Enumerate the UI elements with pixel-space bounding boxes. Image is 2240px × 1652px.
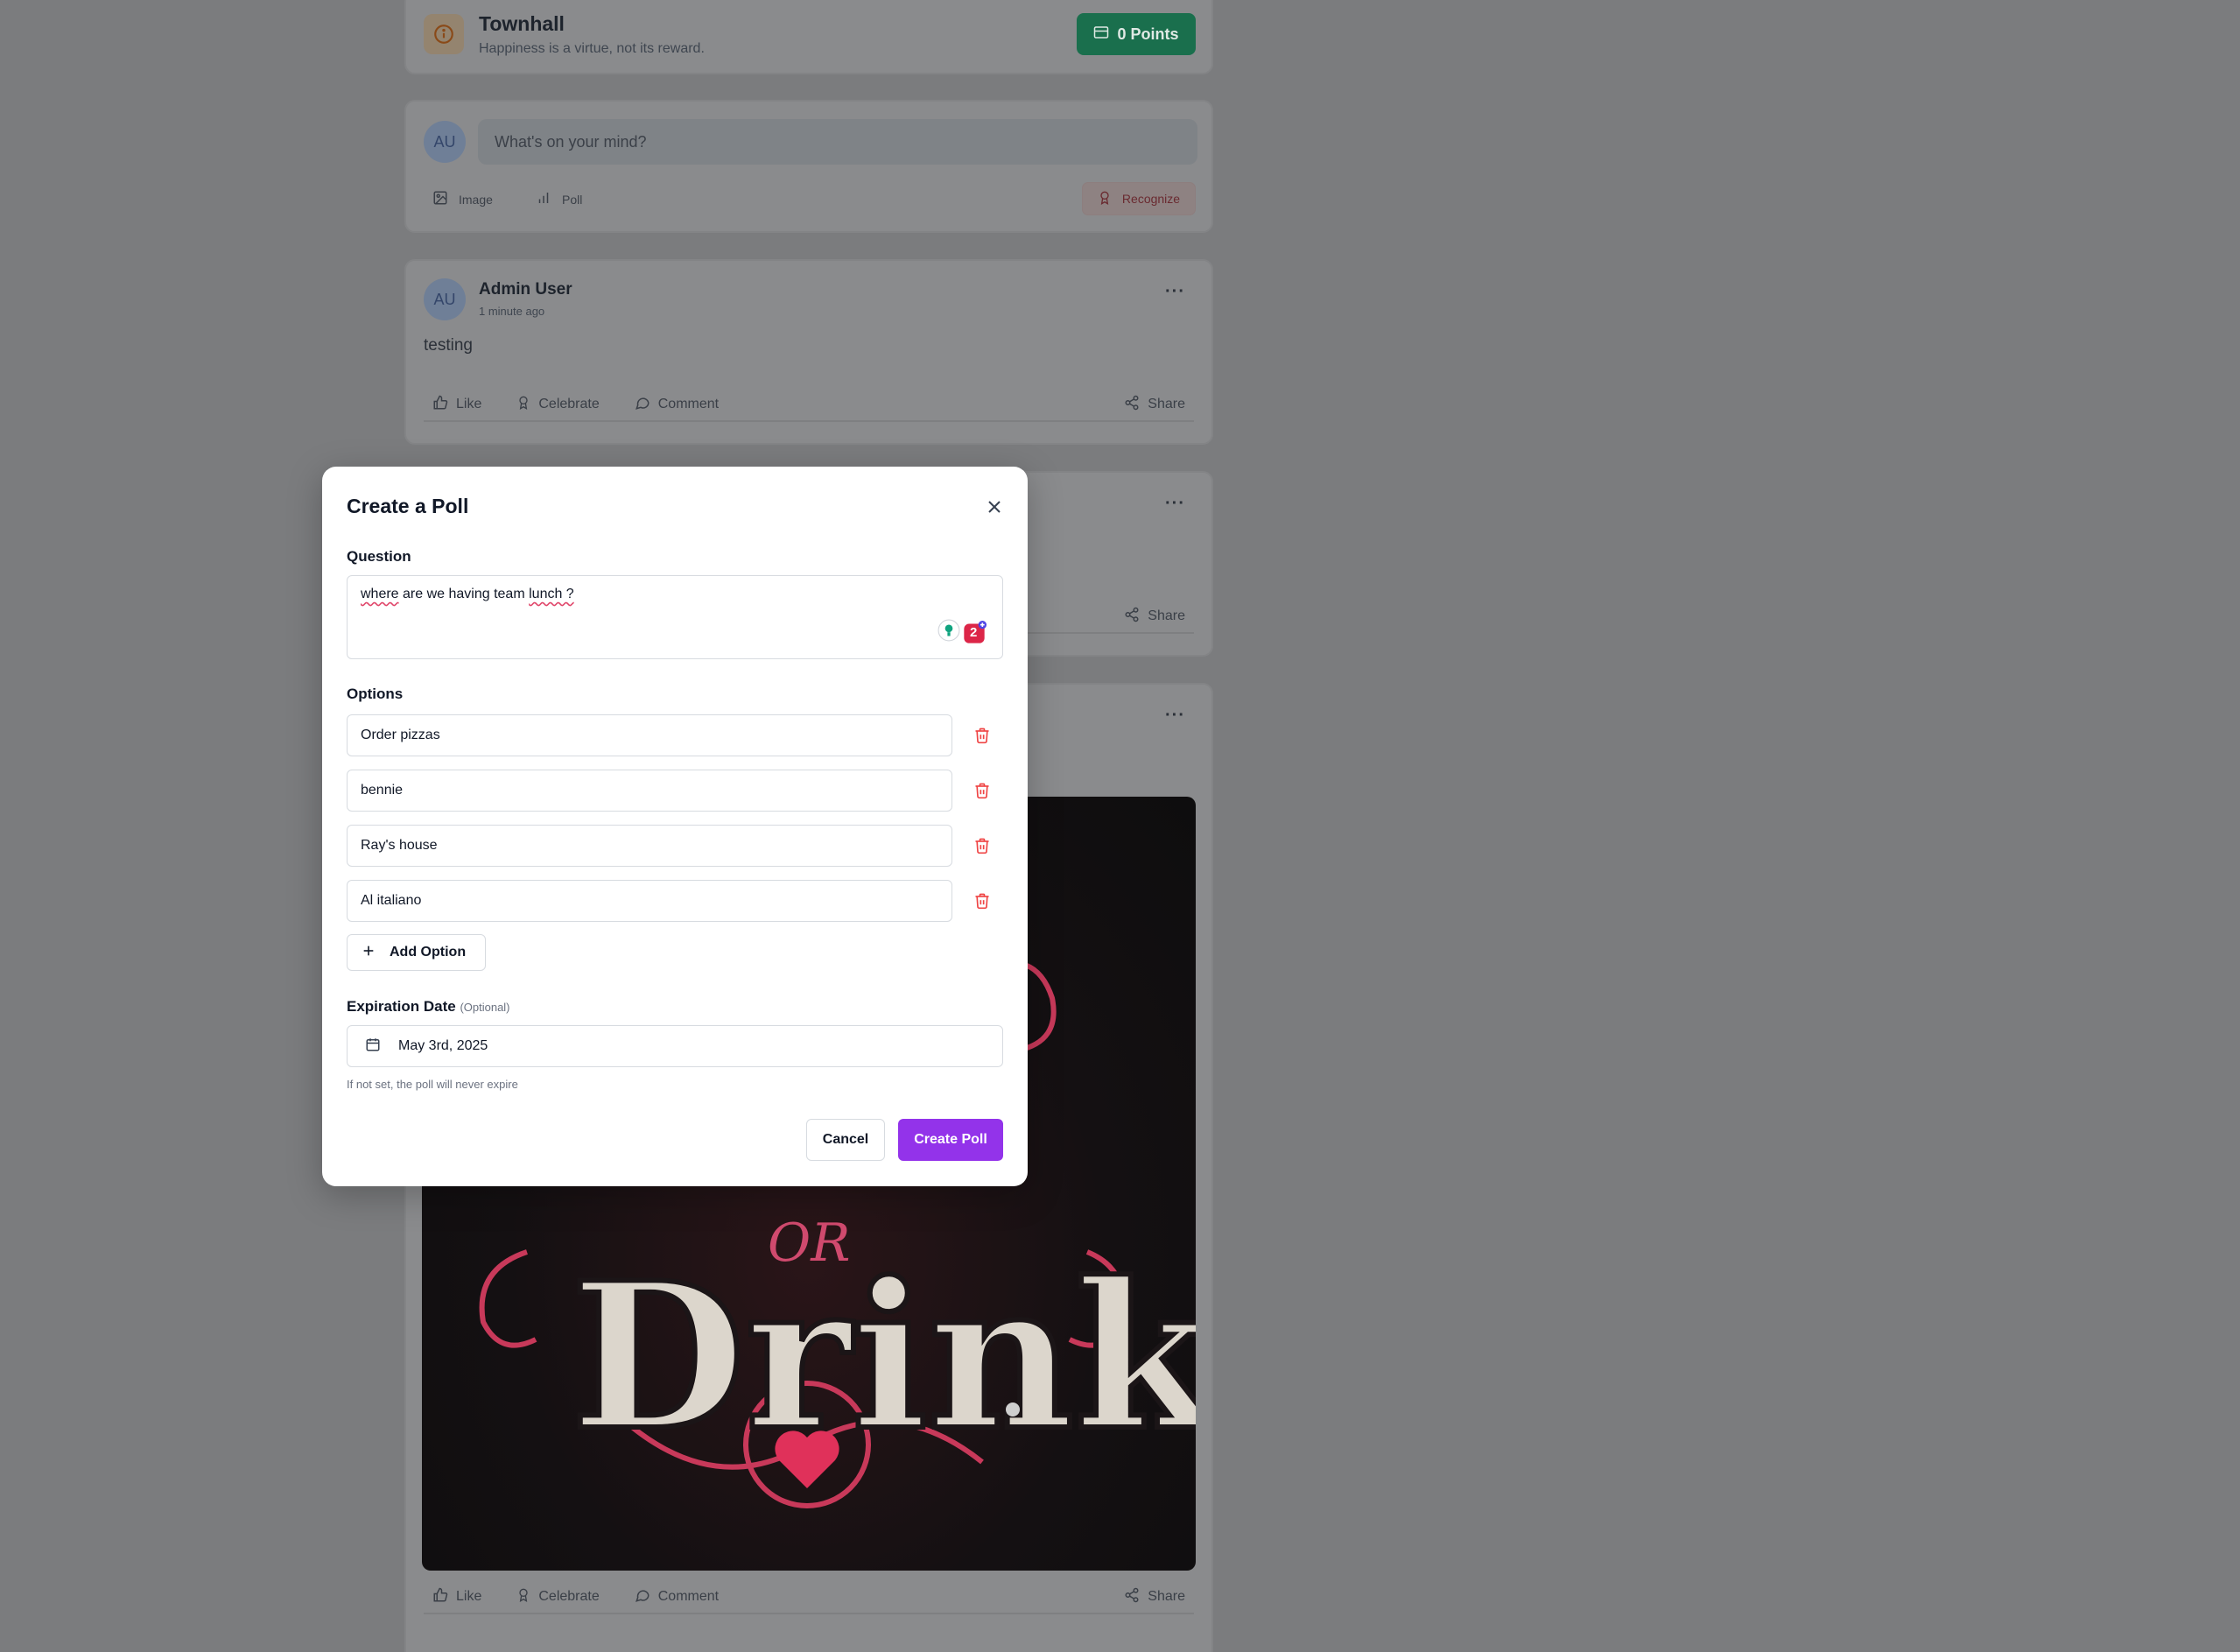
celebrate-button[interactable]: Celebrate [516,395,600,415]
question-textarea[interactable]: where are we having team lunch ? 2 [347,575,1003,659]
poll-label: Poll [562,192,583,207]
create-poll-dialog: Create a Poll Question where are we havi… [322,467,1028,1186]
award-icon [1098,190,1112,208]
share-icon [1124,607,1140,627]
add-option-button[interactable]: Add Option [347,934,486,971]
points-button[interactable]: 0 Points [1077,13,1196,55]
option-row: Order pizzas [347,714,1003,756]
option-input[interactable]: Ray's house [347,825,952,867]
post-input[interactable]: What's on your mind? [478,119,1197,165]
thumbs-up-icon [432,395,448,415]
recognize-button[interactable]: Recognize [1082,182,1196,215]
composer-card: AU What's on your mind? Image Poll Recog… [404,100,1213,233]
wallet-icon [1093,25,1109,44]
options-label: Options [347,685,404,702]
grammar-badge-count: 2 [970,624,978,640]
lightbulb-icon [937,619,960,646]
share-label: Share [1148,1589,1185,1604]
trash-icon[interactable] [973,727,991,744]
share-icon [1124,395,1140,415]
post-timestamp: 1 minute ago [479,305,545,318]
like-button[interactable]: Like [432,1587,481,1607]
dialog-title: Create a Poll [347,495,469,517]
close-icon[interactable] [984,496,1005,517]
comment-icon [635,1587,650,1607]
award-icon [516,395,530,415]
plus-icon [362,944,376,962]
expiration-label: Expiration Date (Optional) [347,998,510,1016]
question-text-word: lunch ? [529,587,574,601]
writing-assistant-badges[interactable]: 2 [937,619,987,646]
cancel-button[interactable]: Cancel [806,1119,885,1161]
calendar-icon [365,1037,381,1057]
image-icon [432,190,448,208]
question-text-word: where [361,587,399,601]
grammar-check-icon: 2 [962,620,987,645]
townhall-header-card: Townhall Happiness is a virtue, not its … [404,0,1213,74]
expiration-hint: If not set, the poll will never expire [347,1078,518,1091]
share-button[interactable]: Share [1124,395,1185,415]
more-options-icon[interactable]: ··· [1165,282,1185,302]
share-button[interactable]: Share [1124,1587,1185,1607]
optional-tag: (Optional) [460,1001,510,1014]
option-row: Ray's house [347,825,1003,867]
page-subtitle: Happiness is a virtue, not its reward. [479,41,705,56]
add-option-label: Add Option [390,945,467,960]
comment-label: Comment [657,1589,720,1604]
post-card: AU Admin User 1 minute ago ··· testing L… [404,259,1213,445]
comment-icon [635,395,650,415]
expiration-date-value: May 3rd, 2025 [398,1038,488,1053]
question-text-middle: are we having team [398,587,530,601]
option-input[interactable]: Al italiano [347,880,952,922]
more-options-icon[interactable]: ··· [1165,494,1185,514]
celebrate-button[interactable]: Celebrate [516,1587,600,1607]
more-options-icon[interactable]: ··· [1165,706,1185,726]
trash-icon[interactable] [973,892,991,910]
trash-icon[interactable] [973,837,991,854]
comment-button[interactable]: Comment [635,395,719,415]
comment-label: Comment [657,397,720,411]
question-label: Question [347,548,411,565]
option-input[interactable]: bennie [347,770,952,812]
create-poll-button[interactable]: Create Poll [898,1119,1003,1161]
expiration-date-picker[interactable]: May 3rd, 2025 [347,1025,1003,1067]
heart-icon [775,1431,839,1488]
avatar: AU [424,278,466,320]
post-actions: Like Celebrate Comment Share [424,1581,1194,1614]
celebrate-label: Celebrate [538,397,600,411]
share-label: Share [1148,397,1185,411]
post-body: testing [424,336,473,355]
like-button[interactable]: Like [432,395,481,415]
thumbs-up-icon [432,1587,448,1607]
post-author: Admin User [479,280,572,299]
avatar: AU [424,121,466,163]
points-label: 0 Points [1117,25,1179,43]
like-label: Like [456,397,482,411]
post-actions: Like Celebrate Comment Share [424,389,1194,422]
expiration-label-text: Expiration Date [347,998,456,1015]
option-row: bennie [347,770,1003,812]
comment-button[interactable]: Comment [635,1587,719,1607]
info-icon [424,14,464,54]
image-button[interactable]: Image [432,190,493,208]
share-icon [1124,1587,1140,1607]
image-text-drink: Drink [571,1239,1196,1475]
recognize-label: Recognize [1121,192,1181,206]
image-label: Image [459,192,493,207]
page-title: Townhall [479,12,565,35]
like-label: Like [456,1589,482,1604]
option-input[interactable]: Order pizzas [347,714,952,756]
poll-button[interactable]: Poll [536,190,582,208]
trash-icon[interactable] [973,782,991,799]
option-row: Al italiano [347,880,1003,922]
celebrate-label: Celebrate [538,1589,600,1604]
share-button[interactable]: Share [1124,607,1185,627]
award-icon [516,1587,530,1607]
bar-chart-icon [536,190,551,208]
share-label: Share [1148,608,1185,623]
